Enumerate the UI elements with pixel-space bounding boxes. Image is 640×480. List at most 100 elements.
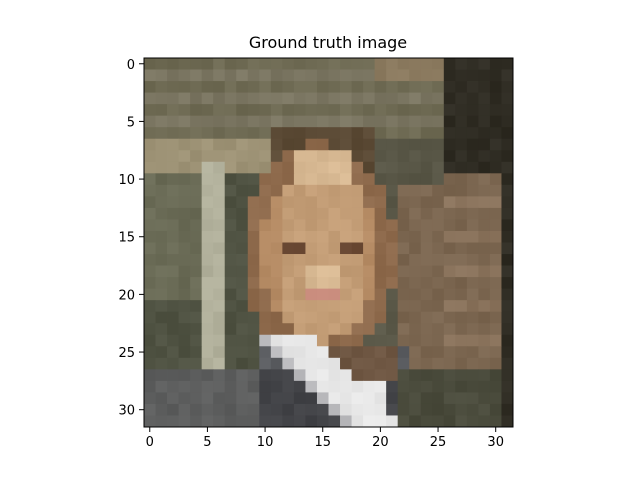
image-pixel: [213, 311, 226, 324]
image-pixel: [466, 127, 479, 140]
image-pixel: [305, 81, 318, 93]
image-pixel: [466, 369, 479, 382]
image-pixel: [178, 277, 191, 290]
image-pixel: [489, 300, 502, 313]
image-pixel: [190, 415, 203, 428]
image-pixel: [213, 288, 226, 301]
image-pixel: [293, 173, 306, 186]
image-pixel: [397, 161, 410, 174]
image-pixel: [270, 300, 283, 313]
image-pixel: [351, 311, 364, 324]
image-pixel: [420, 230, 433, 243]
image-pixel: [190, 323, 203, 336]
image-pixel: [489, 334, 502, 347]
image-pixel: [478, 184, 491, 197]
image-pixel: [478, 277, 491, 290]
image-pixel: [340, 184, 352, 197]
image-pixel: [443, 161, 456, 174]
image-pixel: [213, 300, 226, 313]
image-pixel: [455, 311, 468, 324]
image-pixel: [397, 403, 410, 416]
image-pixel: [432, 127, 445, 140]
image-pixel: [201, 58, 214, 70]
image-pixel: [340, 323, 352, 336]
image-pixel: [432, 58, 445, 70]
image-pixel: [455, 81, 468, 93]
image-pixel: [259, 69, 272, 82]
image-pixel: [178, 334, 191, 347]
image-pixel: [144, 323, 156, 336]
image-pixel: [386, 415, 399, 428]
image-pixel: [201, 380, 214, 393]
image-pixel: [351, 196, 364, 209]
image-pixel: [167, 150, 179, 163]
image-pixel: [455, 415, 468, 428]
image-pixel: [340, 127, 352, 140]
image-pixel: [328, 161, 341, 174]
image-pixel: [489, 277, 502, 290]
image-pixel: [386, 127, 399, 140]
image-pixel: [224, 265, 237, 278]
image-pixel: [178, 161, 191, 174]
image-pixel: [144, 369, 156, 382]
image-pixel: [328, 81, 341, 93]
image-pixel: [478, 323, 491, 336]
image-pixel: [155, 334, 168, 347]
image-pixel: [190, 104, 203, 117]
image-pixel: [178, 242, 191, 255]
image-pixel: [432, 380, 445, 393]
image-pixel: [443, 173, 456, 186]
image-pixel: [270, 196, 283, 209]
image-pixel: [489, 323, 502, 336]
image-pixel: [443, 92, 456, 105]
image-pixel: [432, 311, 445, 324]
image-pixel: [340, 173, 352, 186]
image-pixel: [443, 219, 456, 232]
image-pixel: [351, 346, 364, 359]
image-pixel: [270, 207, 283, 220]
image-pixel: [466, 277, 479, 290]
image-pixel: [247, 323, 260, 336]
image-pixel: [409, 184, 422, 197]
image-pixel: [409, 138, 422, 151]
image-pixel: [282, 288, 295, 301]
image-pixel: [478, 150, 491, 163]
image-pixel: [432, 357, 445, 370]
image-pixel: [247, 138, 260, 151]
image-pixel: [213, 196, 226, 209]
image-pixel: [155, 230, 168, 243]
image-pixel: [397, 265, 410, 278]
image-pixel: [397, 334, 410, 347]
chart-figure: Ground truth image 0 5 10 15 20 25 30 0 5 10 15 20…: [118, 33, 514, 450]
image-pixel: [144, 288, 156, 301]
image-pixel: [178, 254, 191, 266]
image-pixel: [270, 161, 283, 174]
image-pixel: [201, 104, 214, 117]
image-pixel: [328, 380, 341, 393]
image-pixel: [351, 161, 364, 174]
image-pixel: [178, 265, 191, 278]
image-pixel: [466, 173, 479, 186]
image-pixel: [386, 58, 399, 70]
image-pixel: [144, 69, 156, 82]
image-pixel: [236, 288, 249, 301]
image-pixel: [363, 311, 376, 324]
image-pixel: [386, 277, 399, 290]
image-pixel: [409, 277, 422, 290]
image-pixel: [236, 184, 249, 197]
image-pixel: [270, 323, 283, 336]
image-pixel: [455, 357, 468, 370]
image-pixel: [270, 92, 283, 105]
image-pixel: [466, 242, 479, 255]
image-pixel: [270, 392, 283, 405]
image-pixel: [316, 138, 329, 151]
image-pixel: [167, 300, 179, 313]
image-pixel: [224, 219, 237, 232]
image-pixel: [305, 184, 318, 197]
y-tick-label: 5: [127, 115, 135, 130]
image-pixel: [328, 415, 341, 428]
image-pixel: [259, 380, 272, 393]
image-pixel: [432, 173, 445, 186]
image-pixel: [443, 403, 456, 416]
image-pixel: [409, 173, 422, 186]
